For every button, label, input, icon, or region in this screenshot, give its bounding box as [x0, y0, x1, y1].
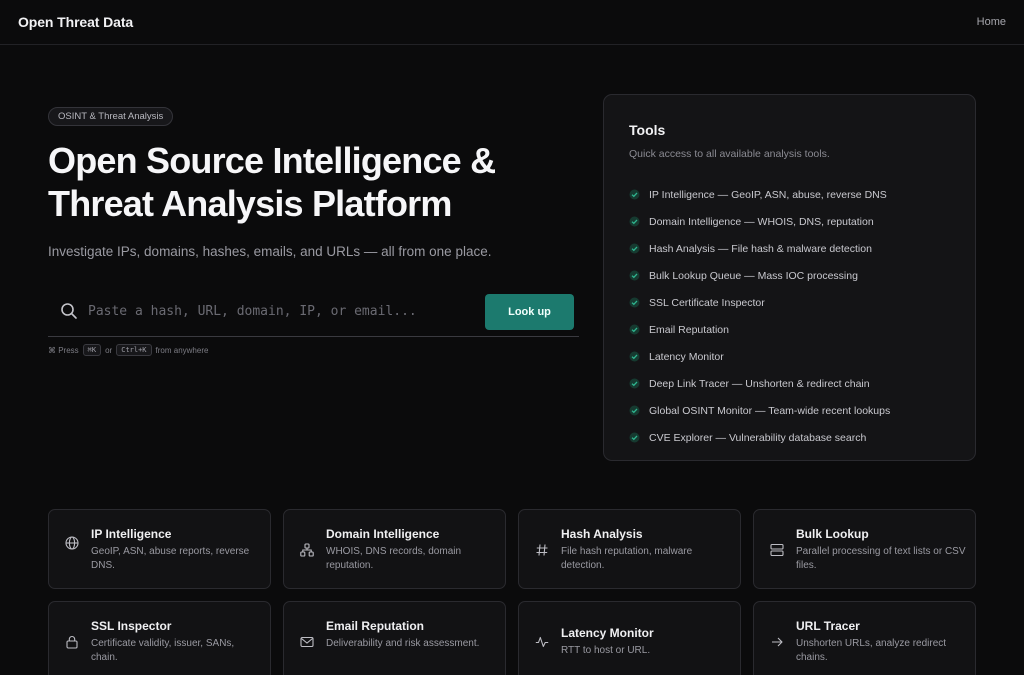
card-description: Parallel processing of text lists or CSV… [796, 546, 966, 571]
card-latency-monitor[interactable]: Latency Monitor RTT to host or URL. [518, 601, 741, 675]
card-ip-intelligence[interactable]: IP Intelligence GeoIP, ASN, abuse report… [48, 509, 271, 589]
pulse-icon [535, 635, 549, 649]
card-description: Deliverability and risk assessment. [326, 638, 480, 649]
check-circle-icon [629, 270, 640, 281]
card-title: URL Tracer [796, 619, 860, 633]
hint-or: or [105, 345, 113, 355]
tool-item-global-osint-monitor[interactable]: Global OSINT Monitor — Team-wide recent … [629, 397, 890, 424]
server-icon [770, 543, 784, 557]
shortcut-key-cmd-k: ⌘K [82, 344, 102, 356]
brand-logo-text[interactable]: Open Threat Data [18, 14, 133, 30]
search-bar: Look up [48, 287, 579, 337]
tool-item-label: Deep Link Tracer — Unshorten & redirect … [649, 377, 870, 390]
tool-item-cve-explorer[interactable]: CVE Explorer — Vulnerability database se… [629, 424, 890, 451]
tool-item-hash-analysis[interactable]: Hash Analysis — File hash & malware dete… [629, 235, 890, 262]
shortcut-key-ctrl-k: Ctrl+K [116, 344, 152, 356]
page-subtitle: Investigate IPs, domains, hashes, emails… [48, 244, 492, 259]
card-hash-analysis[interactable]: Hash Analysis File hash reputation, malw… [518, 509, 741, 589]
card-description: Certificate validity, issuer, SANs, chai… [91, 638, 235, 663]
card-title: IP Intelligence [91, 527, 172, 541]
card-description: Unshorten URLs, analyze redirect chains. [796, 638, 947, 663]
tool-item-label: Domain Intelligence — WHOIS, DNS, reputa… [649, 215, 874, 228]
check-circle-icon [629, 243, 640, 254]
nav-link-home[interactable]: Home [977, 16, 1006, 28]
tool-item-label: Bulk Lookup Queue — Mass IOC processing [649, 269, 858, 282]
card-description: WHOIS, DNS records, domain reputation. [326, 546, 462, 571]
hint-suffix: from anywhere [155, 345, 209, 355]
card-title: Bulk Lookup [796, 527, 869, 541]
tool-item-latency-monitor[interactable]: Latency Monitor [629, 343, 890, 370]
card-email-reputation[interactable]: Email Reputation Deliverability and risk… [283, 601, 506, 675]
tool-item-label: SSL Certificate Inspector [649, 296, 765, 309]
card-title: Domain Intelligence [326, 527, 440, 541]
category-badge: OSINT & Threat Analysis [48, 107, 174, 126]
tool-item-ssl-inspector[interactable]: SSL Certificate Inspector [629, 289, 890, 316]
tool-item-label: Latency Monitor [649, 350, 724, 363]
arrow-right-icon [770, 635, 784, 649]
tool-item-ip-intelligence[interactable]: IP Intelligence — GeoIP, ASN, abuse, rev… [629, 181, 890, 208]
card-title: Email Reputation [326, 619, 425, 633]
tool-item-email-reputation[interactable]: Email Reputation [629, 316, 890, 343]
card-url-tracer[interactable]: URL Tracer Unshorten URLs, analyze redir… [753, 601, 976, 675]
check-circle-icon [629, 432, 640, 443]
tool-item-label: Hash Analysis — File hash & malware dete… [649, 242, 872, 255]
globe-icon [65, 536, 79, 550]
mail-icon [300, 635, 314, 649]
card-bulk-lookup[interactable]: Bulk Lookup Parallel processing of text … [753, 509, 976, 589]
tool-item-bulk-lookup-queue[interactable]: Bulk Lookup Queue — Mass IOC processing [629, 262, 890, 289]
card-description: File hash reputation, malware detection. [561, 546, 693, 571]
tools-list: IP Intelligence — GeoIP, ASN, abuse, rev… [629, 181, 890, 451]
check-circle-icon [629, 297, 640, 308]
tool-item-label: CVE Explorer — Vulnerability database se… [649, 431, 867, 444]
card-title: Hash Analysis [561, 527, 643, 541]
card-domain-intelligence[interactable]: Domain Intelligence WHOIS, DNS records, … [283, 509, 506, 589]
search-input[interactable] [88, 300, 468, 322]
hash-icon [535, 543, 549, 557]
check-circle-icon [629, 351, 640, 362]
keyboard-shortcut-hint: ⌘ Press ⌘K or Ctrl+K from anywhere [48, 344, 208, 356]
card-title: Latency Monitor [561, 626, 654, 640]
page-title: Open Source Intelligence & Threat Analys… [48, 140, 496, 224]
tools-title: Tools [629, 122, 666, 138]
network-icon [300, 543, 314, 557]
tool-item-label: Email Reputation [649, 323, 729, 336]
card-description: RTT to host or URL. [561, 645, 651, 656]
card-title: SSL Inspector [91, 619, 172, 633]
tool-item-domain-intelligence[interactable]: Domain Intelligence — WHOIS, DNS, reputa… [629, 208, 890, 235]
check-circle-icon [629, 378, 640, 389]
look-up-button[interactable]: Look up [485, 294, 574, 330]
tool-item-deep-link-tracer[interactable]: Deep Link Tracer — Unshorten & redirect … [629, 370, 890, 397]
tools-subtitle: Quick access to all available analysis t… [629, 148, 830, 160]
check-circle-icon [629, 405, 640, 416]
hint-prefix: ⌘ Press [48, 345, 79, 355]
lock-icon [65, 635, 79, 649]
check-circle-icon [629, 189, 640, 200]
check-circle-icon [629, 324, 640, 335]
card-description: GeoIP, ASN, abuse reports, reverse DNS. [91, 546, 250, 571]
tools-panel: Tools Quick access to all available anal… [603, 94, 976, 461]
top-navigation-bar: Open Threat Data Home [0, 0, 1024, 45]
check-circle-icon [629, 216, 640, 227]
search-icon [60, 302, 78, 320]
tool-item-label: Global OSINT Monitor — Team-wide recent … [649, 404, 891, 417]
tool-item-label: IP Intelligence — GeoIP, ASN, abuse, rev… [649, 188, 887, 201]
card-ssl-inspector[interactable]: SSL Inspector Certificate validity, issu… [48, 601, 271, 675]
